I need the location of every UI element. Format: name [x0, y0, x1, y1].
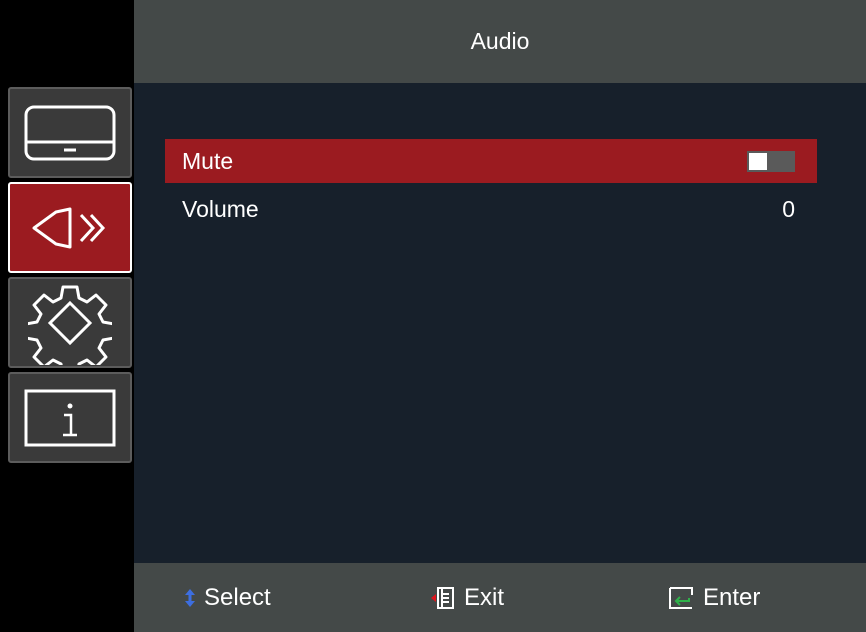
footer: Select Exit Enter — [134, 563, 866, 632]
menu-item-label: Volume — [182, 195, 259, 222]
header: Audio — [134, 0, 866, 83]
sidebar — [0, 0, 134, 632]
gear-icon — [28, 285, 112, 365]
display-icon — [24, 105, 116, 160]
menu-item-label: Mute — [182, 147, 234, 174]
exit-icon — [431, 586, 454, 609]
select-hint: Select — [184, 563, 271, 632]
exit-hint: Exit — [430, 563, 504, 632]
enter-label: Enter — [703, 583, 761, 611]
menu-item-volume[interactable]: Volume 0 — [165, 187, 817, 231]
volume-value: 0 — [782, 195, 795, 222]
tab-audio[interactable] — [8, 182, 132, 273]
speaker-icon — [32, 207, 106, 248]
select-label: Select — [204, 583, 271, 611]
exit-label: Exit — [464, 583, 505, 611]
main-panel: Mute Volume 0 — [134, 83, 866, 563]
page-title: Audio — [470, 28, 530, 54]
enter-hint: Enter — [667, 563, 760, 632]
enter-icon — [669, 586, 693, 609]
toggle-knob — [749, 152, 767, 170]
tab-settings[interactable] — [8, 277, 132, 368]
menu-item-mute[interactable]: Mute — [165, 139, 817, 183]
tab-display[interactable] — [8, 87, 132, 178]
tab-information[interactable] — [8, 372, 132, 463]
up-down-arrow-icon — [185, 588, 195, 607]
mute-toggle[interactable] — [747, 150, 795, 172]
info-icon — [24, 389, 116, 446]
